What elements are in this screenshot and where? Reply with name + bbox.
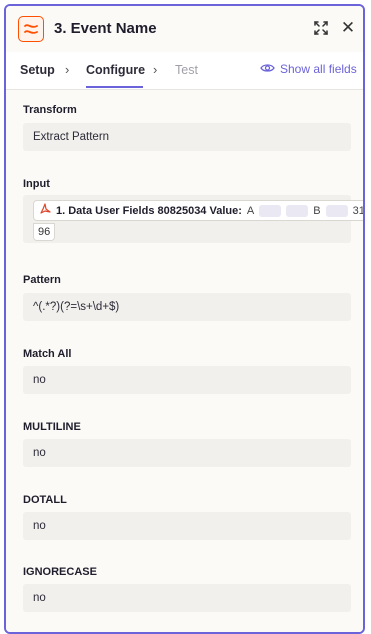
tab-configure[interactable]: Configure <box>86 63 145 77</box>
pattern-field[interactable]: ^(.*?)(?=\s+\d+$) <box>23 293 351 321</box>
pill-title: 1. Data User Fields 80825034 Value: <box>56 204 242 217</box>
tab-setup[interactable]: Setup <box>20 63 55 77</box>
redacted-value <box>286 204 309 217</box>
configure-form: Transform Extract Pattern Input 1. Data … <box>6 90 363 632</box>
redacted-value <box>325 204 348 217</box>
pdf-app-icon <box>39 203 51 218</box>
active-tab-indicator <box>86 86 143 88</box>
step-tabs: Setup › Configure › Test Show all fields <box>6 53 363 90</box>
dotall-label: DOTALL <box>23 494 67 506</box>
tab-test[interactable]: Test <box>175 63 198 77</box>
ignorecase-label: IGNORECASE <box>23 566 97 578</box>
chevron-right-icon: › <box>65 62 70 77</box>
input-field[interactable]: 1. Data User Fields 80825034 Value: A B … <box>23 195 363 243</box>
formatter-wave-icon <box>18 16 44 42</box>
pill-value-part: 313 <box>352 204 365 217</box>
chevron-right-icon: › <box>153 62 158 77</box>
match-all-field[interactable]: no <box>23 366 351 394</box>
input-data-pill-continuation: 96 <box>33 223 56 241</box>
expand-icon[interactable] <box>312 19 330 37</box>
step-title: 3. Event Name <box>54 20 157 37</box>
pattern-label: Pattern <box>23 274 61 286</box>
transform-label: Transform <box>23 104 77 116</box>
step-header: 3. Event Name ✕ <box>6 6 363 52</box>
transform-field[interactable]: Extract Pattern <box>23 123 351 151</box>
multiline-field[interactable]: no <box>23 439 351 467</box>
dotall-field[interactable]: no <box>23 512 351 540</box>
show-all-fields-label: Show all fields <box>280 62 357 76</box>
close-icon[interactable]: ✕ <box>339 19 357 37</box>
multiline-label: MULTILINE <box>23 421 81 433</box>
ignorecase-field[interactable]: no <box>23 584 351 612</box>
show-all-fields-button[interactable]: Show all fields <box>260 62 357 76</box>
match-all-label: Match All <box>23 348 72 360</box>
input-data-pill[interactable]: 1. Data User Fields 80825034 Value: A B … <box>33 200 365 221</box>
input-label: Input <box>23 178 50 190</box>
eye-icon <box>260 62 275 76</box>
step-editor-panel: 3. Event Name ✕ Setup › Configure › Test… <box>4 4 365 634</box>
pill-value-part: A <box>246 204 255 217</box>
pill-value-part: B <box>313 204 321 217</box>
redacted-value <box>259 204 282 217</box>
